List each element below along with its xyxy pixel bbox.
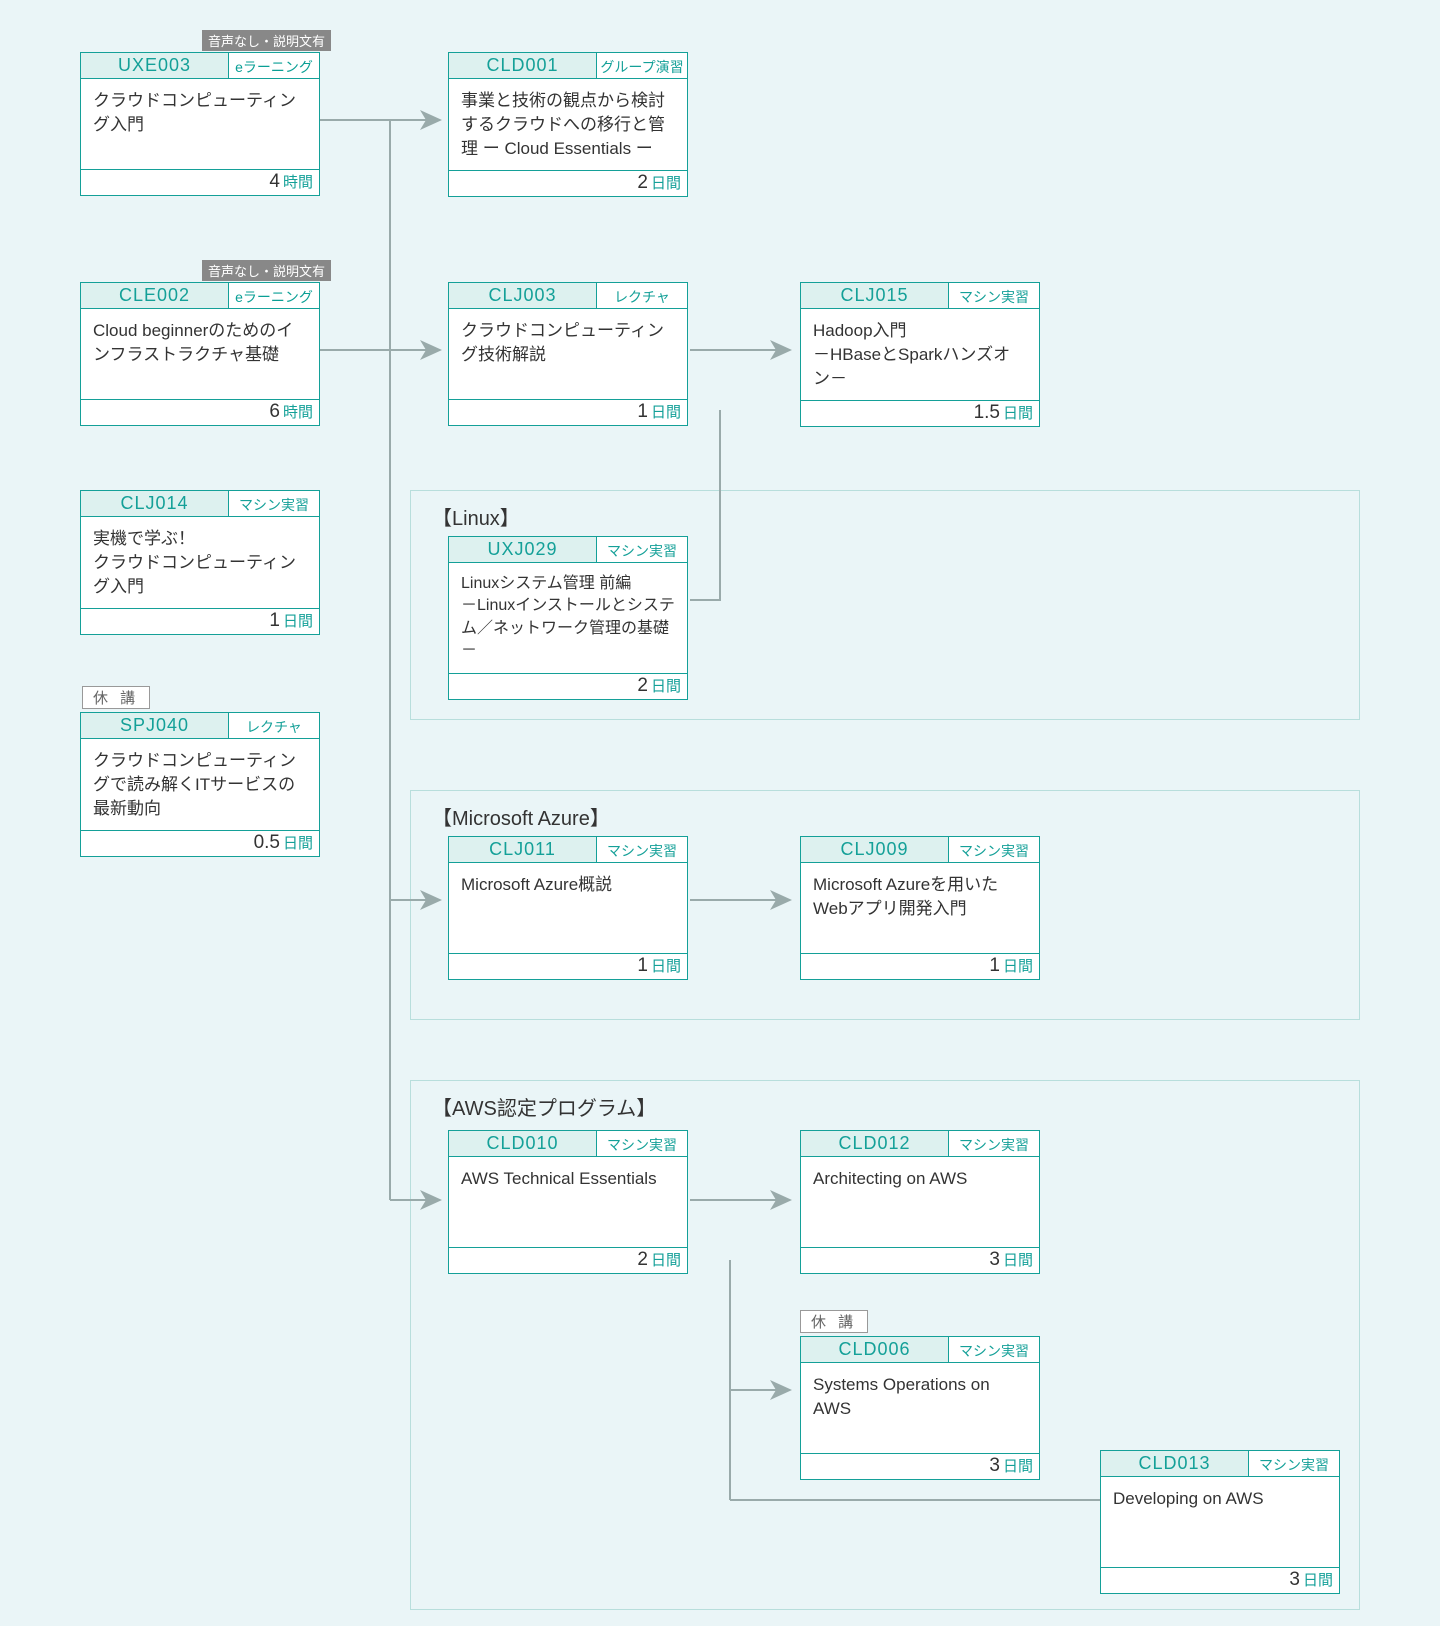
card-cld010[interactable]: CLD010マシン実習 AWS Technical Essentials 2日間: [448, 1130, 688, 1274]
card-unit: 日間: [1303, 1569, 1333, 1590]
card-title: Hadoop入門 －HBaseとSparkハンズオン－: [801, 309, 1039, 400]
card-clj003[interactable]: CLJ003レクチャ クラウドコンピューティング技術解説 1日間: [448, 282, 688, 426]
card-title: Architecting on AWS: [801, 1157, 1039, 1247]
card-duration: 1: [269, 610, 280, 632]
card-code: CLD013: [1101, 1451, 1248, 1476]
card-duration: 3: [989, 1455, 1000, 1477]
card-duration: 2: [637, 172, 648, 194]
card-cld001[interactable]: CLD001グループ演習 事業と技術の観点から検討するクラウドへの移行と管理 ー…: [448, 52, 688, 197]
card-uxe003[interactable]: UXE003eラーニング クラウドコンピューティング入門 4時間: [80, 52, 320, 196]
card-tag: マシン実習: [228, 491, 319, 516]
card-code: CLJ011: [449, 837, 596, 862]
card-clj011[interactable]: CLJ011マシン実習 Microsoft Azure概説 1日間: [448, 836, 688, 980]
card-duration: 4: [269, 171, 280, 193]
card-title: 実機で学ぶ！ クラウドコンピューティング入門: [81, 517, 319, 608]
card-spj040[interactable]: SPJ040レクチャ クラウドコンピューティングで読み解くITサービスの 最新動…: [80, 712, 320, 857]
card-unit: 日間: [283, 610, 313, 631]
card-title: Microsoft Azure概説: [449, 863, 687, 953]
card-tag: マシン実習: [948, 1337, 1039, 1362]
card-duration: 0.5: [254, 832, 280, 854]
group-azure-label: 【Microsoft Azure】: [432, 802, 610, 831]
card-tag: eラーニング: [228, 53, 319, 78]
card-tag: マシン実習: [596, 1131, 687, 1156]
card-tag: マシン実習: [596, 837, 687, 862]
card-unit: 日間: [651, 955, 681, 976]
card-duration: 1: [637, 401, 648, 423]
card-code: CLD006: [801, 1337, 948, 1362]
card-unit: 日間: [651, 675, 681, 696]
card-code: UXJ029: [449, 537, 596, 562]
group-aws-label: 【AWS認定プログラム】: [432, 1092, 656, 1121]
card-title: AWS Technical Essentials: [449, 1157, 687, 1247]
card-unit: 日間: [651, 401, 681, 422]
card-title: クラウドコンピューティング入門: [81, 79, 319, 169]
card-duration: 3: [989, 1249, 1000, 1271]
card-unit: 時間: [283, 401, 313, 422]
card-code: CLD012: [801, 1131, 948, 1156]
card-title: Developing on AWS: [1101, 1477, 1339, 1567]
card-code: SPJ040: [81, 713, 228, 738]
card-tag: マシン実習: [948, 1131, 1039, 1156]
card-duration: 3: [1289, 1569, 1300, 1591]
card-tag: レクチャ: [596, 283, 687, 308]
card-duration: 2: [637, 675, 648, 697]
note-suspended-cld006: 休 講: [800, 1310, 868, 1333]
card-clj015[interactable]: CLJ015マシン実習 Hadoop入門 －HBaseとSparkハンズオン－ …: [800, 282, 1040, 427]
card-code: CLE002: [81, 283, 228, 308]
card-cle002[interactable]: CLE002eラーニング Cloud beginnerのためのインフラストラクチ…: [80, 282, 320, 426]
card-duration: 1: [989, 955, 1000, 977]
card-cld012[interactable]: CLD012マシン実習 Architecting on AWS 3日間: [800, 1130, 1040, 1274]
card-code: CLJ014: [81, 491, 228, 516]
card-unit: 日間: [1003, 955, 1033, 976]
note-no-audio-2: 音声なし・説明文有: [202, 260, 331, 281]
card-tag: グループ演習: [596, 53, 687, 78]
card-duration: 2: [637, 1249, 648, 1271]
card-title: クラウドコンピューティングで読み解くITサービスの 最新動向: [81, 739, 319, 830]
card-title: 事業と技術の観点から検討するクラウドへの移行と管理 ー Cloud Essent…: [449, 79, 687, 170]
note-suspended-spj040: 休 講: [82, 686, 150, 709]
card-clj014[interactable]: CLJ014マシン実習 実機で学ぶ！ クラウドコンピューティング入門 1日間: [80, 490, 320, 635]
card-unit: 日間: [651, 1249, 681, 1270]
note-no-audio-1: 音声なし・説明文有: [202, 30, 331, 51]
card-duration: 6: [269, 401, 280, 423]
card-title: Microsoft Azureを用いたWebアプリ開発入門: [801, 863, 1039, 953]
card-duration: 1.5: [974, 402, 1000, 424]
card-tag: eラーニング: [228, 283, 319, 308]
card-title: Cloud beginnerのためのインフラストラクチャ基礎: [81, 309, 319, 399]
card-unit: 時間: [283, 171, 313, 192]
card-duration: 1: [637, 955, 648, 977]
card-uxj029[interactable]: UXJ029マシン実習 Linuxシステム管理 前編 －Linuxインストールと…: [448, 536, 688, 700]
card-cld006[interactable]: CLD006マシン実習 Systems Operations on AWS 3日…: [800, 1336, 1040, 1480]
card-title: クラウドコンピューティング技術解説: [449, 309, 687, 399]
card-tag: マシン実習: [596, 537, 687, 562]
card-unit: 日間: [651, 172, 681, 193]
card-title: Linuxシステム管理 前編 －Linuxインストールとシステム／ネットワーク管…: [449, 563, 687, 673]
card-tag: マシン実習: [1248, 1451, 1339, 1476]
card-unit: 日間: [1003, 1249, 1033, 1270]
card-code: UXE003: [81, 53, 228, 78]
card-clj009[interactable]: CLJ009マシン実習 Microsoft Azureを用いたWebアプリ開発入…: [800, 836, 1040, 980]
card-tag: マシン実習: [948, 837, 1039, 862]
group-linux-label: 【Linux】: [432, 502, 520, 531]
card-title: Systems Operations on AWS: [801, 1363, 1039, 1453]
card-code: CLJ009: [801, 837, 948, 862]
card-unit: 日間: [1003, 1455, 1033, 1476]
card-cld013[interactable]: CLD013マシン実習 Developing on AWS 3日間: [1100, 1450, 1340, 1594]
card-tag: レクチャ: [228, 713, 319, 738]
card-code: CLD001: [449, 53, 596, 78]
card-tag: マシン実習: [948, 283, 1039, 308]
card-unit: 日間: [1003, 402, 1033, 423]
card-unit: 日間: [283, 832, 313, 853]
card-code: CLJ015: [801, 283, 948, 308]
card-code: CLD010: [449, 1131, 596, 1156]
card-code: CLJ003: [449, 283, 596, 308]
